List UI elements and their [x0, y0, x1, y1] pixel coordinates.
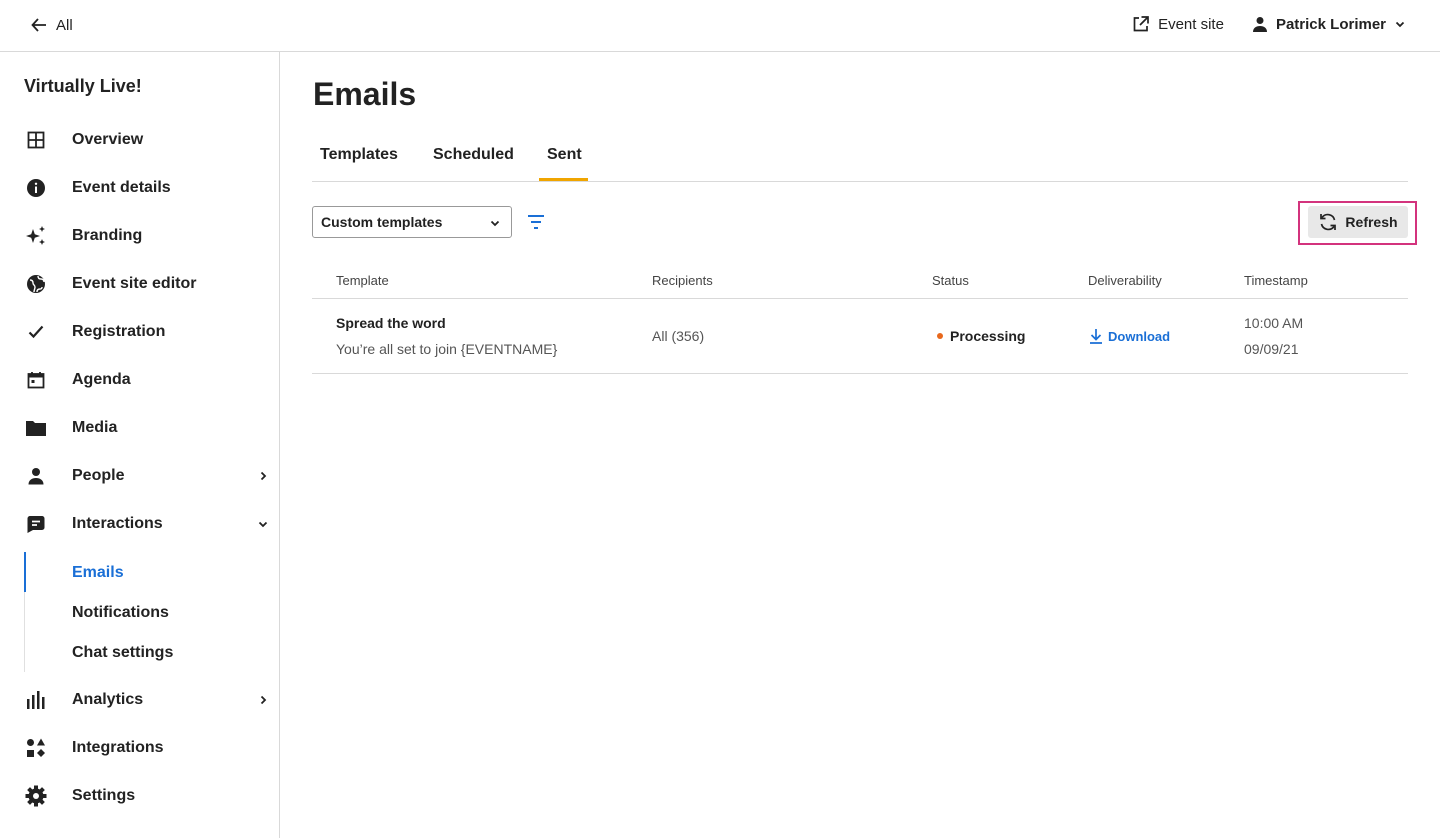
sidebar-item-label: Event details — [72, 179, 171, 196]
sidebar-item-label: Interactions — [72, 515, 163, 532]
page-title: Emails — [313, 76, 417, 112]
sidebar-item-label: Agenda — [72, 371, 131, 388]
user-icon — [1252, 17, 1267, 32]
active-tab-indicator — [539, 178, 588, 181]
sidebar-item-integrations[interactable]: Integrations — [0, 728, 279, 768]
template-name: Spread the word — [336, 315, 446, 331]
download-link[interactable]: Download — [1089, 328, 1170, 344]
gear-icon — [25, 785, 47, 807]
recipients-count: All (356) — [652, 328, 705, 344]
chevron-right-icon — [256, 469, 270, 483]
event-site-link[interactable]: Event site — [1132, 15, 1224, 33]
chevron-down-icon — [256, 517, 270, 531]
check-icon — [25, 321, 47, 343]
sidebar-item-label: People — [72, 467, 125, 484]
event-name: Virtually Live! — [24, 76, 142, 96]
sidebar-item-registration[interactable]: Registration — [0, 312, 279, 352]
column-header-deliverability: Deliverability — [1088, 273, 1162, 288]
chevron-down-icon — [1395, 21, 1405, 28]
tab-bar: Templates Scheduled Sent — [312, 140, 1408, 182]
shapes-icon — [25, 737, 47, 759]
sidebar-subitem-notifications[interactable]: Notifications — [72, 604, 169, 622]
sidebar-item-event-details[interactable]: Event details — [0, 168, 279, 208]
refresh-icon — [1320, 213, 1337, 231]
select-value: Custom templates — [321, 214, 443, 230]
chevron-down-icon — [490, 220, 500, 227]
timestamp-time: 10:00 AM — [1244, 315, 1304, 331]
refresh-label: Refresh — [1345, 214, 1398, 230]
sidebar-item-event-site-editor[interactable]: Event site editor — [0, 264, 279, 304]
sidebar-subitem-emails[interactable]: Emails — [72, 564, 124, 582]
column-header-status: Status — [932, 273, 969, 288]
sidebar-item-overview[interactable]: Overview — [0, 120, 279, 160]
sidebar-item-analytics[interactable]: Analytics — [0, 680, 279, 720]
tab-scheduled[interactable]: Scheduled — [433, 146, 514, 164]
sidebar-item-label: Branding — [72, 227, 143, 244]
sidebar-item-label: Analytics — [72, 691, 144, 708]
sidebar-subitem-chat-settings[interactable]: Chat settings — [72, 644, 173, 662]
sidebar-item-label: Registration — [72, 323, 166, 340]
chat-icon — [25, 513, 47, 535]
arrow-left-icon — [31, 18, 46, 32]
column-header-recipients: Recipients — [652, 273, 713, 288]
user-menu[interactable]: Patrick Lorimer — [1252, 16, 1406, 33]
top-bar: All Event site Patrick Lorimer — [0, 0, 1440, 52]
folder-icon — [25, 417, 47, 439]
sidebar-item-settings[interactable]: Settings — [0, 776, 279, 816]
sidebar-item-label: Settings — [72, 787, 136, 804]
sidebar: Virtually Live! Overview Event details B… — [0, 52, 280, 838]
sidebar-item-label: Integrations — [72, 739, 164, 756]
status-label: Processing — [950, 328, 1026, 344]
download-label: Download — [1108, 328, 1171, 344]
sidebar-item-people[interactable]: People — [0, 456, 279, 496]
sidebar-item-label: Media — [72, 419, 118, 436]
sidebar-item-label: Event site editor — [72, 275, 197, 292]
calendar-icon — [25, 369, 47, 391]
tab-sent[interactable]: Sent — [547, 146, 582, 164]
back-to-all-link[interactable]: All — [30, 16, 73, 34]
sparkle-icon — [25, 225, 47, 247]
column-header-timestamp: Timestamp — [1244, 273, 1308, 288]
status-dot-icon — [937, 333, 943, 339]
column-header-template: Template — [336, 273, 389, 288]
sidebar-item-media[interactable]: Media — [0, 408, 279, 448]
bar-chart-icon — [25, 689, 47, 711]
back-label: All — [56, 16, 73, 34]
submenu-active-indicator — [24, 552, 26, 592]
status-badge: Processing — [937, 328, 1025, 344]
tab-templates[interactable]: Templates — [320, 146, 398, 164]
template-subject: You’re all set to join {EVENTNAME} — [336, 341, 558, 357]
refresh-button[interactable]: Refresh — [1308, 206, 1408, 238]
sidebar-item-branding[interactable]: Branding — [0, 216, 279, 256]
download-icon — [1090, 329, 1102, 344]
event-site-label: Event site — [1158, 15, 1224, 33]
grid-icon — [25, 129, 47, 151]
sidebar-item-label: Overview — [72, 131, 144, 148]
chevron-right-icon — [256, 693, 270, 707]
sidebar-item-agenda[interactable]: Agenda — [0, 360, 279, 400]
template-type-select[interactable]: Custom templates — [312, 206, 512, 238]
filter-icon[interactable] — [526, 212, 546, 232]
person-icon — [25, 465, 47, 487]
user-name: Patrick Lorimer — [1275, 15, 1386, 33]
info-icon — [25, 177, 47, 199]
table-header-divider — [312, 298, 1408, 299]
timestamp-date: 09/09/21 — [1244, 341, 1299, 357]
external-link-icon — [1133, 16, 1149, 32]
sidebar-item-interactions[interactable]: Interactions — [0, 504, 279, 544]
table-row-divider — [312, 373, 1408, 374]
globe-icon — [25, 273, 47, 295]
